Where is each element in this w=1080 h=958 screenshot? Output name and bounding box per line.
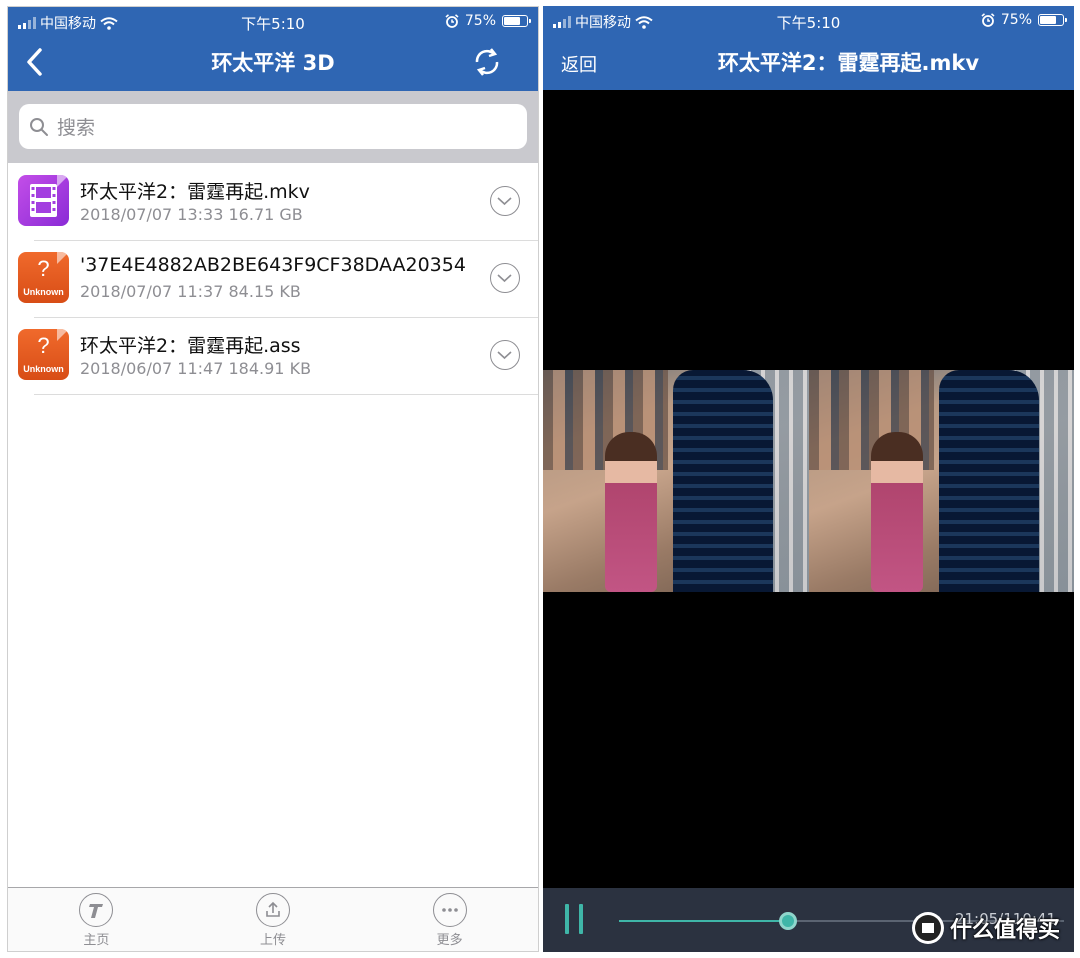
- file-meta: 2018/06/07 11:47 184.91 KB: [80, 359, 312, 378]
- search-icon: [30, 117, 48, 136]
- nav-bar: 中国移动 下午5:10 75% 环太平洋 3D: [8, 7, 538, 91]
- pause-button[interactable]: [563, 904, 587, 934]
- battery-percent: 75%: [464, 13, 496, 29]
- file-browser-screen: 中国移动 下午5:10 75% 环太平洋 3D 搜索 环太平洋2：雷霆再起.mk…: [7, 6, 539, 952]
- unknown-file-icon: ? Unknown: [18, 252, 69, 303]
- alarm-icon: [981, 13, 995, 27]
- unknown-file-icon: ? Unknown: [18, 329, 69, 380]
- back-button[interactable]: 返回: [561, 51, 597, 77]
- home-t-icon: [79, 893, 114, 927]
- file-name: 环太平洋2：雷霆再起.ass: [80, 335, 301, 357]
- progress-fill: [619, 920, 789, 922]
- chevron-down-icon: [497, 274, 512, 283]
- alarm-icon: [445, 14, 459, 28]
- expand-button[interactable]: [490, 186, 520, 216]
- refresh-icon: [475, 48, 499, 76]
- search-bar-container: 搜索: [8, 91, 538, 163]
- watermark-logo-icon: [911, 912, 944, 944]
- tab-more[interactable]: 更多: [361, 888, 538, 951]
- video-title: 环太平洋2：雷霆再起.mkv: [717, 51, 980, 75]
- battery-percent: 75%: [1000, 12, 1032, 28]
- page-title: 环太平洋 3D: [211, 51, 335, 75]
- more-icon: [432, 893, 467, 927]
- tab-bar: 主页 上传 更多: [8, 887, 538, 951]
- chevron-down-icon: [497, 351, 512, 360]
- status-bar: 中国移动 下午5:10 75%: [543, 6, 1074, 34]
- tab-upload[interactable]: 上传: [185, 888, 362, 951]
- video-player-screen: 中国移动 下午5:10 75% 返回 环太平洋2：雷霆再起.mkv 21:05/…: [543, 6, 1074, 952]
- tab-label: 上传: [260, 933, 287, 948]
- tab-label: 更多: [436, 933, 463, 948]
- file-name: '37E4E4882AB2BE643F9CF38DAA20354: [80, 254, 466, 276]
- file-meta: 2018/07/07 13:33 16.71 GB: [80, 205, 303, 224]
- tab-home[interactable]: 主页: [8, 888, 185, 951]
- list-item[interactable]: ? Unknown 环太平洋2：雷霆再起.ass 2018/06/07 11:4…: [8, 317, 538, 395]
- refresh-button[interactable]: [472, 45, 502, 79]
- progress-knob[interactable]: [779, 912, 798, 930]
- search-placeholder: 搜索: [57, 117, 96, 139]
- search-input[interactable]: 搜索: [19, 104, 527, 149]
- list-item[interactable]: 环太平洋2：雷霆再起.mkv 2018/07/07 13:33 16.71 GB: [8, 163, 538, 241]
- file-name: 环太平洋2：雷霆再起.mkv: [80, 181, 310, 203]
- battery-icon: [502, 15, 531, 27]
- expand-button[interactable]: [490, 340, 520, 370]
- upload-icon: [256, 893, 290, 927]
- video-left-eye: [543, 370, 809, 592]
- list-item[interactable]: ? Unknown '37E4E4882AB2BE643F9CF38DAA203…: [8, 240, 538, 318]
- watermark: 什么值得买: [911, 912, 1060, 944]
- tab-label: 主页: [83, 933, 110, 948]
- watermark-text: 什么值得买: [949, 918, 1060, 943]
- video-right-eye: [808, 370, 1074, 592]
- chevron-down-icon: [497, 197, 512, 206]
- status-bar: 中国移动 下午5:10 75%: [8, 7, 538, 35]
- file-list: 环太平洋2：雷霆再起.mkv 2018/07/07 13:33 16.71 GB…: [8, 163, 538, 395]
- video-frame[interactable]: [543, 370, 1074, 592]
- nav-bar: 中国移动 下午5:10 75% 返回 环太平洋2：雷霆再起.mkv: [543, 6, 1074, 90]
- battery-icon: [1038, 14, 1067, 26]
- file-meta: 2018/07/07 11:37 84.15 KB: [80, 282, 301, 301]
- video-file-icon: [18, 175, 69, 226]
- expand-button[interactable]: [490, 263, 520, 293]
